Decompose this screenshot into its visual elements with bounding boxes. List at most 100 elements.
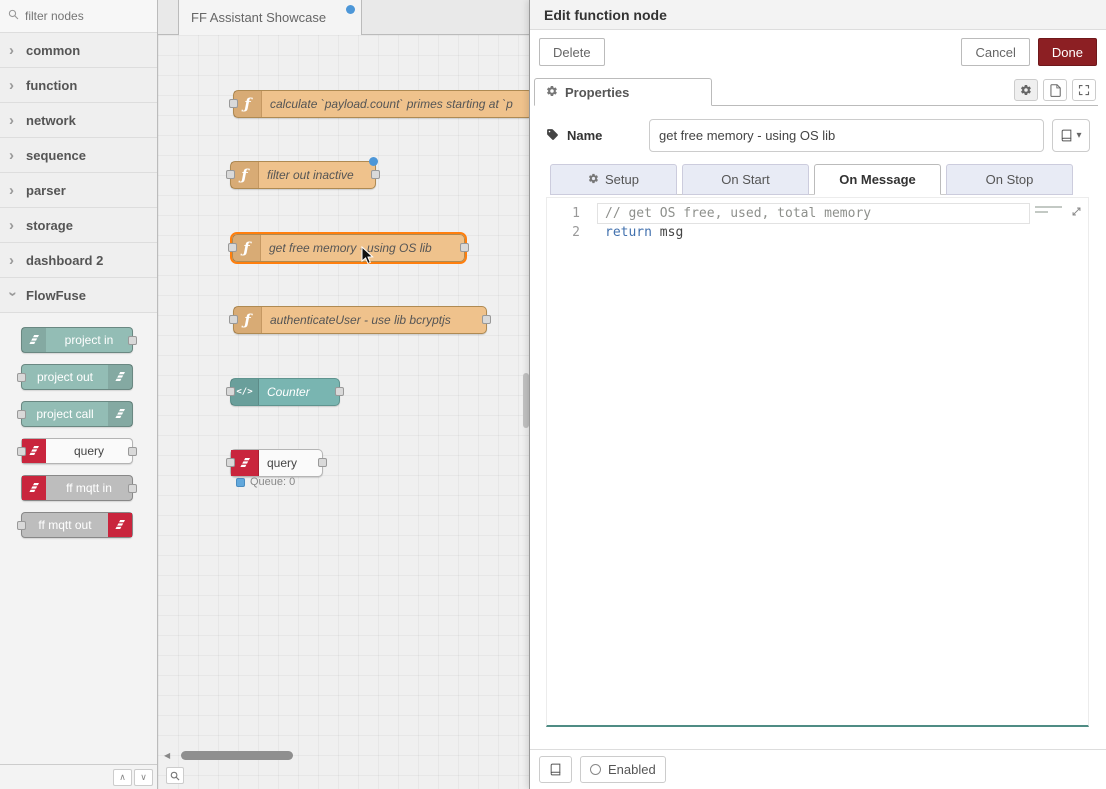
expand-tray-button[interactable] bbox=[1072, 79, 1096, 101]
cancel-button[interactable]: Cancel bbox=[961, 38, 1029, 66]
code-keyword: return bbox=[605, 225, 652, 240]
node-port-output[interactable] bbox=[460, 243, 469, 252]
editor-minimap bbox=[1035, 206, 1062, 216]
category-label: FlowFuse bbox=[26, 288, 86, 303]
chevron-right-icon: › bbox=[9, 182, 17, 199]
node-port-input[interactable] bbox=[17, 373, 26, 382]
flow-node-query[interactable]: query bbox=[230, 449, 323, 477]
hscroll-thumb[interactable] bbox=[181, 751, 293, 760]
chevron-right-icon: › bbox=[9, 217, 17, 234]
palette-node-ff-mqtt-out[interactable]: ff mqtt out bbox=[21, 512, 133, 538]
flow-node-filter-out-inactive[interactable]: ƒ filter out inactive bbox=[230, 161, 376, 189]
node-port-input[interactable] bbox=[229, 99, 238, 108]
delete-button[interactable]: Delete bbox=[539, 38, 605, 66]
flow-canvas[interactable]: ƒ calculate `payload.count` primes start… bbox=[158, 35, 530, 789]
canvas-horizontal-scrollbar[interactable]: ◀ bbox=[164, 750, 524, 761]
template-icon: </> bbox=[231, 379, 259, 405]
node-port-output[interactable] bbox=[482, 315, 491, 324]
scroll-left-icon[interactable]: ◀ bbox=[164, 751, 170, 760]
search-flows-button[interactable] bbox=[166, 767, 184, 784]
node-port-input[interactable] bbox=[226, 170, 235, 179]
palette-expand-all-button[interactable]: ∨ bbox=[134, 769, 153, 786]
edit-node-tray: Edit function node Delete Cancel Done Pr… bbox=[529, 0, 1106, 789]
tab-on-message[interactable]: On Message bbox=[814, 164, 941, 195]
palette-search[interactable] bbox=[0, 0, 157, 33]
chevron-right-icon: › bbox=[9, 252, 17, 269]
tab-on-stop[interactable]: On Stop bbox=[946, 164, 1073, 195]
flow-tab-ff-assistant-showcase[interactable]: FF Assistant Showcase bbox=[178, 0, 362, 35]
palette-category-flowfuse[interactable]: › FlowFuse bbox=[0, 278, 157, 313]
code-content[interactable]: // get OS free, used, total memoryreturn… bbox=[605, 204, 1030, 242]
palette-node-query[interactable]: query bbox=[21, 438, 133, 464]
node-port-input[interactable] bbox=[228, 243, 237, 252]
flow-node-get-free-memory[interactable]: ƒ get free memory - using OS lib bbox=[232, 234, 465, 262]
node-port-input[interactable] bbox=[17, 410, 26, 419]
flow-modified-indicator bbox=[346, 5, 355, 14]
tab-label: On Start bbox=[721, 172, 769, 187]
name-form-row: Name ▾ bbox=[530, 106, 1106, 163]
node-port-input[interactable] bbox=[17, 521, 26, 530]
node-port-input[interactable] bbox=[229, 315, 238, 324]
line-number: 1 bbox=[547, 204, 593, 223]
name-label: Name bbox=[567, 128, 602, 143]
palette-category-network[interactable]: › network bbox=[0, 103, 157, 138]
tab-label: Setup bbox=[605, 172, 639, 187]
palette-node-label: ff mqtt out bbox=[22, 518, 108, 532]
function-icon: ƒ bbox=[231, 162, 259, 188]
flow-node-counter[interactable]: </> Counter bbox=[230, 378, 340, 406]
category-label: dashboard 2 bbox=[26, 253, 103, 268]
node-port-output[interactable] bbox=[335, 387, 344, 396]
palette-node-label: query bbox=[46, 444, 132, 458]
palette-node-project-out[interactable]: project out bbox=[21, 364, 133, 390]
node-port-output[interactable] bbox=[318, 458, 327, 467]
library-footer-button[interactable] bbox=[539, 756, 572, 783]
settings-gear-button[interactable] bbox=[1014, 79, 1038, 101]
node-port-input[interactable] bbox=[226, 387, 235, 396]
node-port-output[interactable] bbox=[128, 484, 137, 493]
properties-tab-row: Properties bbox=[534, 77, 1098, 106]
canvas-footer bbox=[158, 763, 530, 789]
palette-category-parser[interactable]: › parser bbox=[0, 173, 157, 208]
node-label: get free memory - using OS lib bbox=[261, 241, 464, 255]
node-port-input[interactable] bbox=[17, 447, 26, 456]
node-label: authenticateUser - use lib bcryptjs bbox=[262, 313, 486, 327]
flow-node-calculate-primes[interactable]: ƒ calculate `payload.count` primes start… bbox=[233, 90, 530, 118]
palette-category-sequence[interactable]: › sequence bbox=[0, 138, 157, 173]
name-label-group: Name bbox=[546, 128, 641, 144]
done-button[interactable]: Done bbox=[1038, 38, 1097, 66]
expand-editor-button[interactable] bbox=[1067, 202, 1085, 220]
flow-node-authenticate-user[interactable]: ƒ authenticateUser - use lib bcryptjs bbox=[233, 306, 487, 334]
category-label: common bbox=[26, 43, 80, 58]
function-editor-tabs: Setup On Start On Message On Stop bbox=[550, 164, 1073, 195]
tab-on-start[interactable]: On Start bbox=[682, 164, 809, 195]
palette-category-common[interactable]: › common bbox=[0, 33, 157, 68]
code-editor[interactable]: 1 2 // get OS free, used, total memoryre… bbox=[546, 197, 1089, 727]
palette-category-storage[interactable]: › storage bbox=[0, 208, 157, 243]
palette-filter-input[interactable] bbox=[25, 9, 135, 23]
tab-properties[interactable]: Properties bbox=[534, 78, 712, 106]
node-enabled-toggle[interactable]: Enabled bbox=[580, 756, 666, 783]
node-port-output[interactable] bbox=[371, 170, 380, 179]
library-button[interactable]: ▾ bbox=[1052, 119, 1090, 152]
flowfuse-icon bbox=[108, 365, 132, 389]
hscroll-track[interactable] bbox=[173, 751, 524, 760]
palette-node-label: project call bbox=[22, 407, 108, 421]
palette-node-project-call[interactable]: project call bbox=[21, 401, 133, 427]
palette-category-dashboard-2[interactable]: › dashboard 2 bbox=[0, 243, 157, 278]
node-status: Queue: 0 bbox=[236, 476, 295, 488]
tab-setup[interactable]: Setup bbox=[550, 164, 677, 195]
node-port-input[interactable] bbox=[226, 458, 235, 467]
search-icon bbox=[8, 7, 19, 25]
palette-collapse-all-button[interactable]: ∧ bbox=[113, 769, 132, 786]
node-port-output[interactable] bbox=[128, 447, 137, 456]
gear-icon bbox=[546, 85, 558, 100]
node-port-output[interactable] bbox=[128, 336, 137, 345]
palette-node-project-in[interactable]: project in bbox=[21, 327, 133, 353]
node-name-input[interactable] bbox=[649, 119, 1044, 152]
properties-tab-label: Properties bbox=[565, 85, 629, 100]
palette-node-ff-mqtt-in[interactable]: ff mqtt in bbox=[21, 475, 133, 501]
status-dot-icon bbox=[236, 478, 245, 487]
palette-category-function[interactable]: › function bbox=[0, 68, 157, 103]
description-document-button[interactable] bbox=[1043, 79, 1067, 101]
workspace: FF Assistant Showcase ƒ calculate `paylo… bbox=[158, 0, 530, 789]
